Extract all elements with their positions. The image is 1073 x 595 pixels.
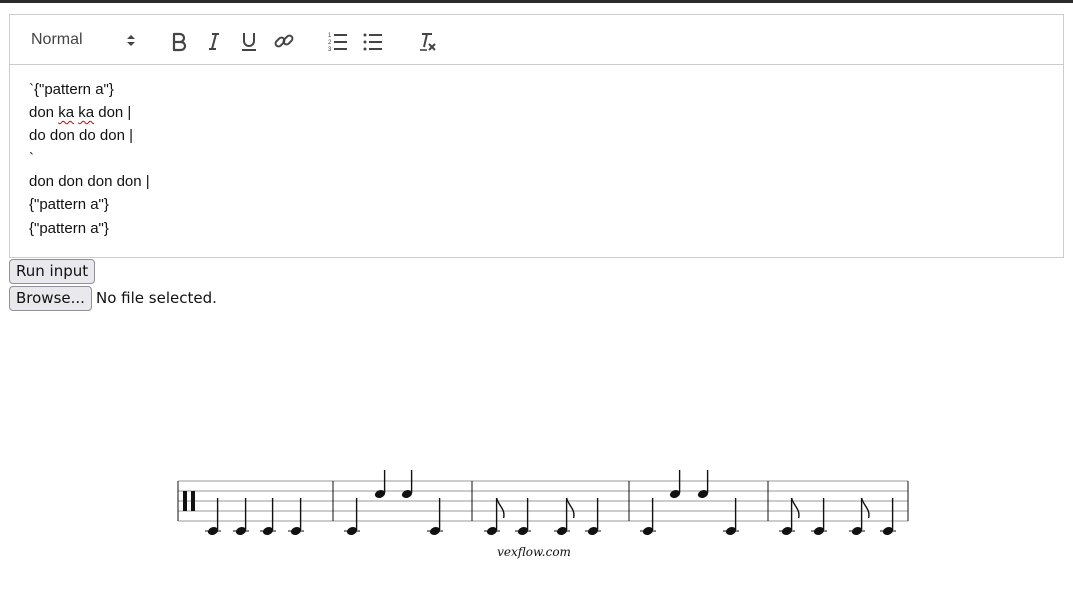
clear-format-icon bbox=[420, 33, 436, 51]
ordered-list-icon: 1 2 3 bbox=[328, 33, 347, 53]
percussion-clef-bar bbox=[191, 491, 195, 511]
header-format-value: Normal bbox=[31, 31, 83, 48]
quarter-note bbox=[811, 498, 827, 535]
vexflow-credit: vexflow.com bbox=[497, 545, 571, 559]
editor-line: ` bbox=[29, 150, 34, 168]
editor-text-segment: ` bbox=[29, 150, 34, 167]
editor-text-segment: {"pattern a"} bbox=[29, 220, 109, 237]
editor-line: don ka ka don | bbox=[29, 104, 131, 122]
underline-icon bbox=[242, 33, 256, 51]
editor-text-segment: {"pattern a"} bbox=[29, 196, 109, 213]
quarter-note bbox=[205, 498, 221, 535]
quarter-note bbox=[669, 470, 681, 498]
quarter-note bbox=[640, 498, 656, 535]
quarter-note bbox=[233, 498, 249, 535]
link-icon bbox=[274, 34, 294, 48]
quarter-note bbox=[880, 498, 896, 535]
bold-icon bbox=[172, 32, 187, 52]
editor-content[interactable]: `{"pattern a"} don ka ka don | do don do d… bbox=[9, 65, 1064, 258]
editor-text-segment: do don do don | bbox=[29, 127, 133, 144]
eighth-note bbox=[849, 497, 870, 535]
percussion-clef-bar bbox=[183, 491, 187, 511]
editor-line: {"pattern a"} bbox=[29, 196, 109, 214]
editor-line: don don don don | bbox=[29, 173, 150, 191]
editor-line: {"pattern a"} bbox=[29, 220, 109, 238]
eighth-note bbox=[554, 497, 575, 535]
bold-button[interactable] bbox=[166, 28, 192, 54]
editor-text-segment: don bbox=[29, 104, 59, 121]
misspelled-word: ka bbox=[58, 104, 75, 121]
run-input-button[interactable]: Run input bbox=[9, 259, 96, 284]
file-status-label: No file selected. bbox=[96, 289, 217, 307]
quarter-note bbox=[344, 498, 360, 535]
quarter-note bbox=[260, 498, 276, 535]
underline-button[interactable] bbox=[236, 28, 262, 54]
select-arrows-icon bbox=[127, 35, 135, 46]
link-button[interactable] bbox=[271, 28, 297, 54]
editor-text-segment: don don don don | bbox=[29, 173, 150, 190]
ordered-list-button[interactable]: 1 2 3 bbox=[325, 28, 351, 54]
editor-line: do don do don | bbox=[29, 127, 133, 145]
quarter-note bbox=[401, 470, 413, 498]
bullet-list-button[interactable] bbox=[360, 28, 386, 54]
music-score: vexflow.com bbox=[177, 470, 909, 559]
italic-icon bbox=[209, 33, 219, 50]
browse-file-button[interactable]: Browse... bbox=[9, 286, 92, 311]
bullet-list-icon bbox=[363, 33, 382, 51]
quarter-note bbox=[723, 498, 739, 535]
window-top-strip bbox=[0, 0, 1073, 3]
quarter-note bbox=[515, 498, 531, 535]
rich-text-editor: Normal 1 2 3 `{"pattern a"} don ka ka do… bbox=[9, 14, 1064, 258]
italic-button[interactable] bbox=[201, 28, 227, 54]
editor-toolbar: Normal 1 2 3 bbox=[9, 14, 1064, 65]
header-format-select[interactable]: Normal bbox=[31, 29, 141, 51]
misspelled-word: ka bbox=[78, 104, 95, 121]
eighth-note bbox=[779, 497, 800, 535]
editor-text-segment: don | bbox=[94, 104, 132, 121]
quarter-note bbox=[427, 498, 443, 535]
quarter-note bbox=[697, 470, 709, 498]
clear-format-button[interactable] bbox=[414, 28, 440, 54]
quarter-note bbox=[374, 470, 386, 498]
quarter-note bbox=[288, 498, 304, 535]
quarter-note bbox=[585, 498, 601, 535]
eighth-note bbox=[484, 497, 505, 535]
svg-text:1: 1 bbox=[328, 33, 332, 39]
editor-text-segment: `{"pattern a"} bbox=[29, 81, 114, 98]
editor-line: `{"pattern a"} bbox=[29, 81, 114, 99]
svg-text:3: 3 bbox=[328, 47, 332, 53]
svg-text:2: 2 bbox=[328, 40, 332, 46]
